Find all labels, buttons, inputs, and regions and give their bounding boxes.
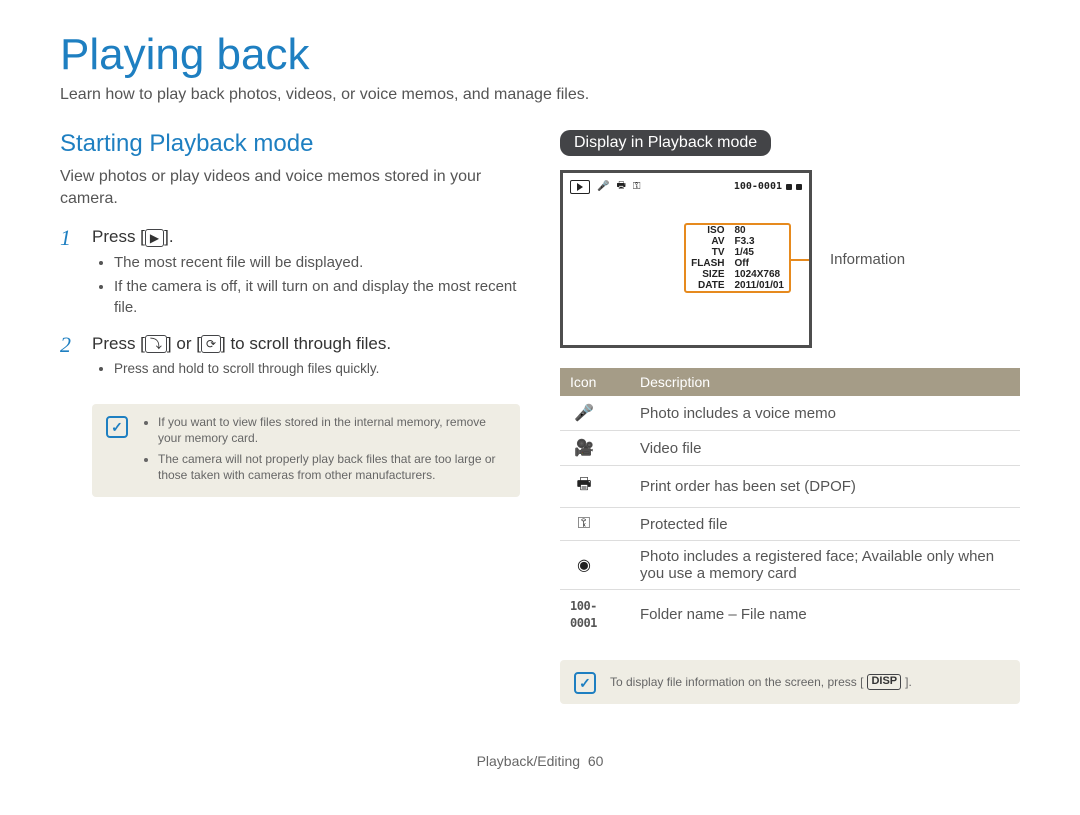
table-row: ⚿ Protected file <box>560 508 1020 541</box>
step-1: 1 Press [▶]. The most recent file will b… <box>60 227 520 330</box>
table-cell: Photo includes a voice memo <box>630 396 1020 431</box>
note-bullet: The camera will not properly play back f… <box>158 451 506 483</box>
folder-file-indicator: 100-0001 <box>734 181 782 192</box>
step-text: ]. <box>164 227 173 246</box>
protected-icon: ⚿ <box>633 181 641 192</box>
timer-button-icon: ⟳ <box>201 335 221 353</box>
display-pill: Display in Playback mode <box>560 130 771 156</box>
table-cell: Folder name – File name <box>630 590 1020 639</box>
playback-button-icon: ▶ <box>145 229 164 247</box>
print-order-icon: 🖶 <box>570 473 598 500</box>
step-text: ] to scroll through files. <box>221 334 391 353</box>
table-header-description: Description <box>630 368 1020 396</box>
tip-text: To display file information on the scree… <box>610 674 863 691</box>
table-row: 100-0001 Folder name – File name <box>560 590 1020 639</box>
note-bullet: If you want to view files stored in the … <box>158 414 506 446</box>
table-cell: Photo includes a registered face; Availa… <box>630 541 1020 590</box>
table-cell: Print order has been set (DPOF) <box>630 466 1020 508</box>
table-row: 🎥 Video file <box>560 431 1020 466</box>
tip-box: ✓ To display file information on the scr… <box>560 660 1020 704</box>
footer-page-number: 60 <box>588 753 604 769</box>
subhead-starting-playback: Starting Playback mode <box>60 130 520 158</box>
note-box: ✓ If you want to view files stored in th… <box>92 404 520 497</box>
table-cell: Protected file <box>630 508 1020 541</box>
video-file-icon: 🎥 <box>570 438 598 458</box>
table-cell: Video file <box>630 431 1020 466</box>
table-header-icon: Icon <box>560 368 630 396</box>
page-intro: Learn how to play back photos, videos, o… <box>60 86 1020 104</box>
table-row: 🎤 Photo includes a voice memo <box>560 396 1020 431</box>
card-icon <box>796 184 802 190</box>
flash-button-icon: ⤵ <box>145 335 167 353</box>
voice-memo-icon: 🎤 <box>570 403 598 423</box>
step-2: 2 Press [⤵] or [⟳] to scroll through fil… <box>60 334 520 390</box>
table-row: 🖶 Print order has been set (DPOF) <box>560 466 1020 508</box>
subhead-desc: View photos or play videos and voice mem… <box>60 166 520 209</box>
page-title: Playing back <box>60 30 1020 80</box>
page-footer: Playback/Editing 60 <box>0 753 1080 769</box>
folder-file-name-icon: 100-0001 <box>570 599 597 630</box>
info-icon: ✓ <box>574 672 596 694</box>
tip-text: ]. <box>905 674 912 691</box>
footer-section: Playback/Editing <box>477 753 581 769</box>
bullet: The most recent file will be displayed. <box>114 253 520 273</box>
disp-button-icon: DISP <box>867 674 901 690</box>
step-number: 1 <box>60 227 78 330</box>
step-text: Press [ <box>92 334 145 353</box>
bullet: Press and hold to scroll through files q… <box>114 360 520 378</box>
information-callout-label: Information <box>830 251 905 268</box>
protected-file-icon: ⚿ <box>570 515 598 533</box>
info-icon: ✓ <box>106 416 128 438</box>
step-text: ] or [ <box>167 334 201 353</box>
battery-icon <box>786 184 792 190</box>
registered-face-icon: ◉ <box>570 555 598 575</box>
step-number: 2 <box>60 334 78 390</box>
voice-memo-icon: 🎤 <box>597 181 609 192</box>
icon-description-table: Icon Description 🎤 Photo includes a voic… <box>560 368 1020 638</box>
table-row: ◉ Photo includes a registered face; Avai… <box>560 541 1020 590</box>
lcd-preview: 🎤 🖶 ⚿ 100-0001 ISO80 AVF3.3 <box>560 170 812 348</box>
step-text: Press [ <box>92 227 145 246</box>
bullet: If the camera is off, it will turn on an… <box>114 277 520 318</box>
lcd-info-box: ISO80 AVF3.3 TV1/45 FLASHOff SIZE1024X76… <box>684 223 791 293</box>
print-icon: 🖶 <box>616 178 625 195</box>
play-icon <box>570 180 590 194</box>
